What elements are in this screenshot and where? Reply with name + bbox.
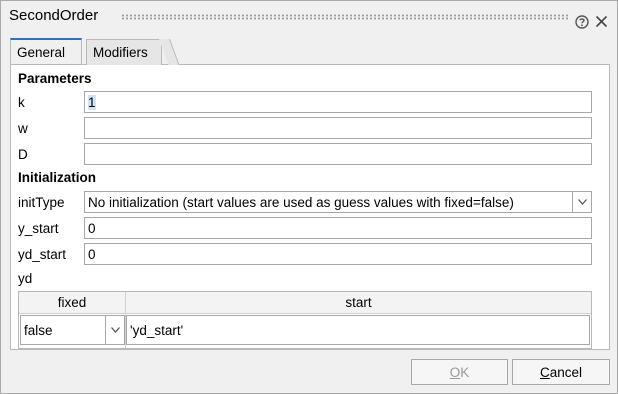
inittype-value: No initialization (start values are used… [88,195,514,210]
k-value: 1 [88,95,96,110]
window-title: SecondOrder [9,7,99,24]
cancel-mnemonic: C [539,365,550,380]
D-field[interactable] [84,143,592,165]
w-field[interactable] [84,117,592,139]
tab-general[interactable]: General [10,38,82,64]
tab-modifiers-label: Modifiers [93,45,148,60]
table-header: fixed start [19,292,591,314]
yd-start-label: yd_start [18,247,67,262]
fixed-select[interactable]: false [20,315,125,345]
tab-modifiers[interactable]: Modifiers [86,39,162,65]
ok-mnemonic: O [449,365,461,380]
inittype-select[interactable]: No initialization (start values are used… [84,191,592,213]
k-field[interactable]: 1 [84,91,592,113]
ok-label-rest: K [460,365,470,380]
y-start-label: y_start [18,221,59,236]
chevron-down-icon[interactable] [572,192,591,212]
start-cell[interactable]: 'yd_start' [126,315,590,345]
w-label: w [18,121,28,136]
yd-label: yd [18,271,33,286]
help-icon[interactable] [575,15,589,29]
parameters-header: Parameters [18,71,92,86]
tab-general-label: General [17,45,66,60]
chevron-down-icon[interactable] [105,316,124,344]
drag-grip[interactable] [121,14,569,20]
dialog-window: SecondOrder General Modifiers Parameters… [0,0,618,394]
column-header-fixed[interactable]: fixed [19,295,125,310]
initialization-header: Initialization [18,170,97,185]
cancel-button[interactable]: Cancel [512,359,610,385]
fixed-value: false [24,323,53,338]
yd-table: fixed start false 'yd_start' [18,291,592,349]
y-start-field[interactable]: 0 [84,217,592,239]
title-bar[interactable]: SecondOrder [1,1,617,31]
column-header-start[interactable]: start [126,295,591,310]
D-label: D [18,147,28,162]
yd-start-field[interactable]: 0 [84,243,592,265]
k-label: k [18,95,25,110]
cancel-label-rest: ancel [549,365,583,380]
close-icon[interactable] [595,15,608,28]
ok-button[interactable]: OK [411,359,508,385]
inittype-label: initType [18,195,65,210]
